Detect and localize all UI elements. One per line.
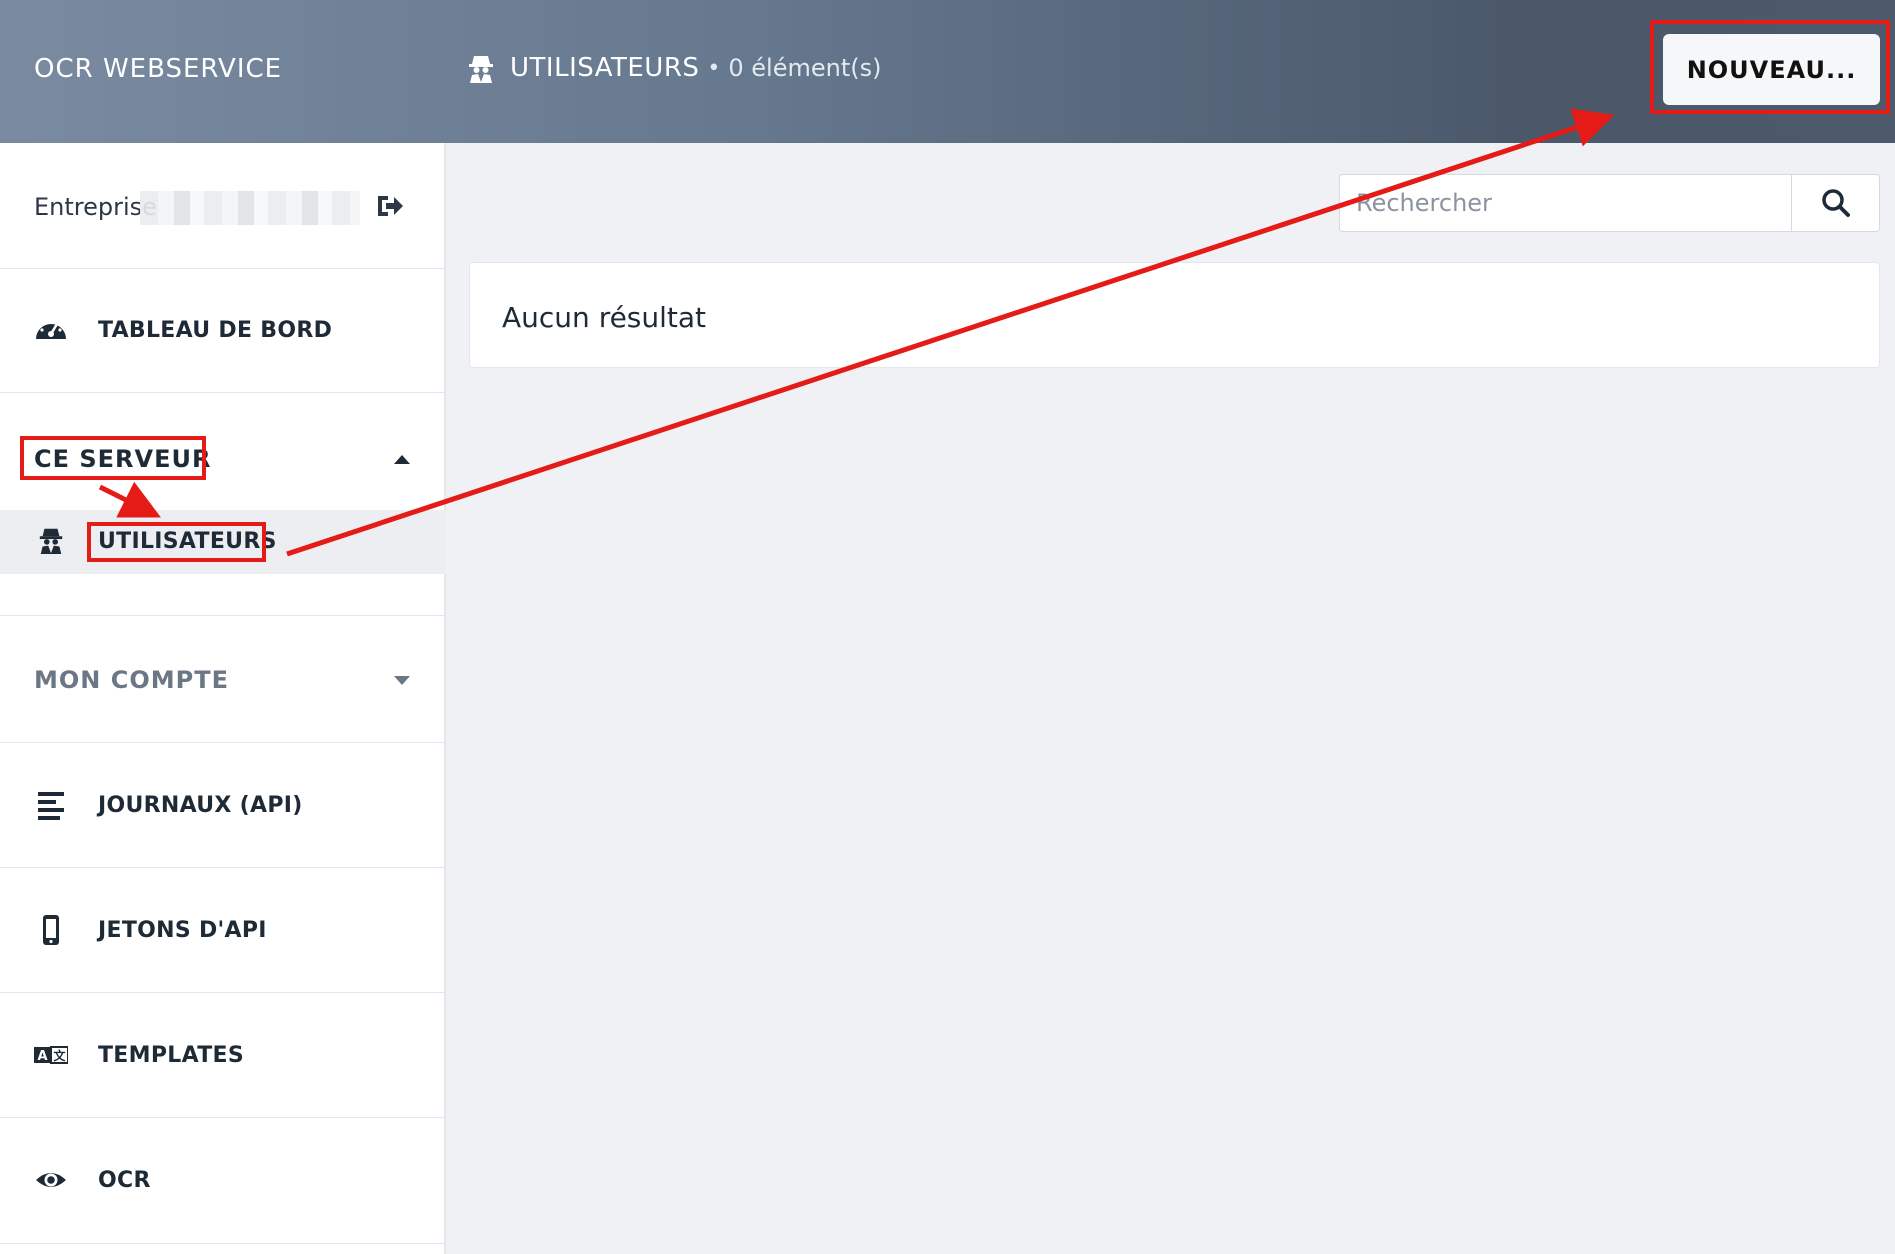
results-panel: Aucun résultat [469, 262, 1880, 368]
sidebar-item-label: OCR [98, 1167, 151, 1193]
sidebar-item-label: JETONS D'API [98, 917, 267, 943]
annotation-box-new-button [1650, 20, 1890, 114]
item-count: 0 élément(s) [728, 54, 882, 82]
logout-icon[interactable] [375, 191, 405, 221]
annotation-box-users [87, 522, 266, 562]
sidebar-item-dashboard[interactable]: TABLEAU DE BORD [0, 269, 446, 393]
sidebar-item-api-tokens[interactable]: JETONS D'API [0, 868, 446, 993]
chevron-down-icon[interactable] [394, 676, 410, 685]
annotation-box-server [20, 436, 206, 480]
user-secret-icon [39, 528, 63, 554]
svg-text:文: 文 [53, 1048, 66, 1063]
empty-results-message: Aucun résultat [502, 301, 707, 334]
sidebar: Entreprise TABLEAU DE BORD CE SERVEUR UT… [0, 143, 446, 1254]
page-header-title: UTILISATEURS • 0 élément(s) [466, 52, 881, 84]
user-secret-icon [469, 56, 493, 83]
search-button[interactable] [1791, 174, 1880, 232]
search-input[interactable] [1339, 174, 1791, 232]
mobile-icon [43, 915, 59, 945]
chevron-up-icon[interactable] [394, 455, 410, 464]
top-header: OCR WEBSERVICE UTILISATEURS • 0 élément(… [0, 0, 1895, 143]
app-brand[interactable]: OCR WEBSERVICE [34, 54, 282, 84]
company-name-redacted [140, 191, 360, 225]
server-group: CE SERVEUR [0, 393, 446, 616]
sidebar-item-label: TABLEAU DE BORD [98, 317, 333, 343]
group-title-account: MON COMPTE [34, 666, 229, 694]
sidebar-item-label: JOURNAUX (API) [98, 792, 303, 818]
translate-icon: A 文 [34, 1046, 68, 1064]
sidebar-item-label: TEMPLATES [98, 1042, 244, 1068]
sidebar-item-logs[interactable]: JOURNAUX (API) [0, 743, 446, 868]
search-icon [1821, 189, 1850, 217]
company-label: Entreprise [34, 193, 157, 221]
account-group[interactable]: MON COMPTE [0, 616, 446, 743]
search-bar [1339, 174, 1880, 232]
eye-icon [36, 1173, 66, 1187]
title-separator: • [707, 55, 721, 81]
dashboard-icon [36, 318, 66, 339]
page-title: UTILISATEURS [510, 53, 700, 83]
sidebar-item-templates[interactable]: A 文 TEMPLATES [0, 993, 446, 1118]
align-left-icon [38, 792, 64, 820]
sidebar-item-ocr[interactable]: OCR [0, 1118, 446, 1244]
company-section: Entreprise [0, 143, 446, 269]
svg-text:A: A [37, 1049, 47, 1064]
